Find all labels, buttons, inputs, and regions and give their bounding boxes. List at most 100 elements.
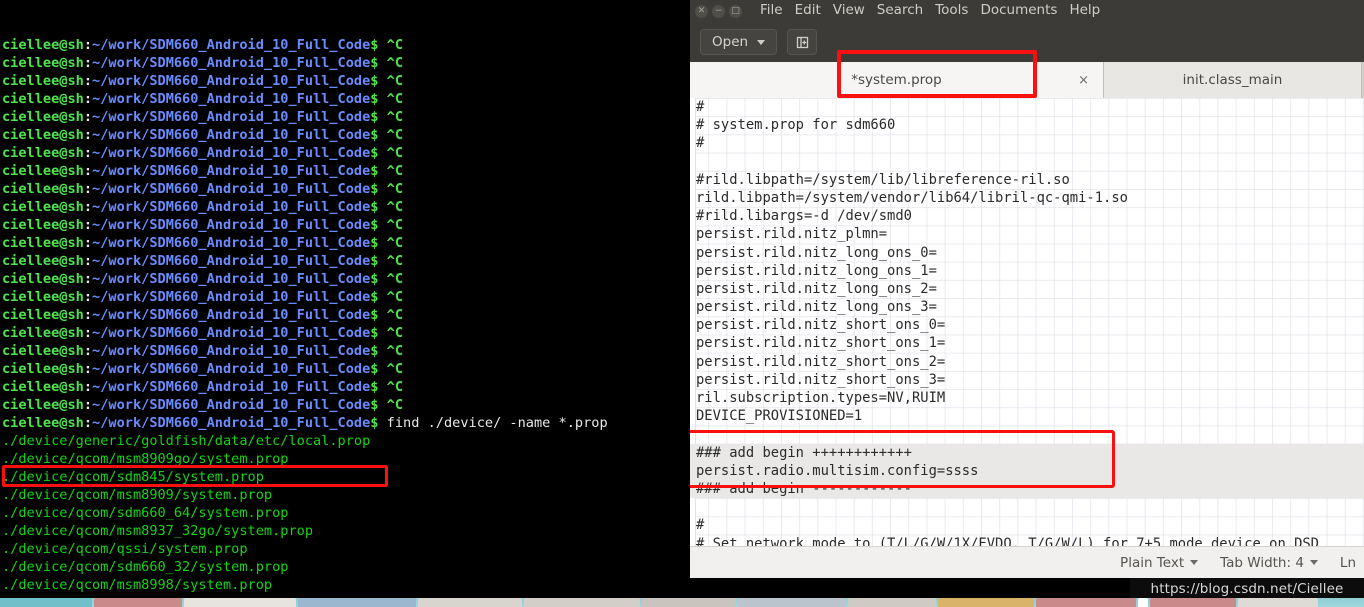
editor-line: # system.prop for sdm660 <box>696 117 896 134</box>
editor-text-content: # # system.prop for sdm660 # #rild.libpath… <box>690 98 1364 546</box>
gedit-window[interactable]: ✕ − □ File Edit View Search Tools Documents He… <box>690 0 1364 578</box>
terminal-prompt-line: ciellee@sh:~/work/SDM660_Android_10_Full… <box>2 163 404 179</box>
taskbar-item[interactable] <box>1150 598 1236 607</box>
taskbar-item[interactable] <box>642 598 736 607</box>
editor-line: ril.subscription.types=NV,RUIM <box>696 390 946 406</box>
terminal-prompt-line: ciellee@sh:~/work/SDM660_Android_10_Full… <box>2 55 404 71</box>
desktop-background-fill <box>690 578 1130 600</box>
menu-item-file[interactable]: File <box>760 4 783 18</box>
language-label: Plain Text <box>1120 554 1185 571</box>
editor-line: persist.rild.nitz_short_ons_1= <box>696 335 946 352</box>
taskbar-item[interactable] <box>298 598 416 607</box>
editor-line: DEVICE_PROVISIONED=1 <box>696 408 863 425</box>
editor-line: #rild.libargs=-d /dev/smd0 <box>696 208 912 225</box>
editor-tab[interactable]: *system.prop × <box>690 62 1104 98</box>
screen: ciellee@sh:~/work/SDM660_Android_10_Full… <box>0 0 1364 607</box>
editor-tab-label: *system.prop <box>851 72 942 88</box>
terminal-prompt-line: ciellee@sh:~/work/SDM660_Android_10_Full… <box>2 307 404 323</box>
gedit-tab-strip[interactable]: *system.prop × init.class_main <box>690 62 1364 98</box>
editor-line: persist.radio.multisim.config=ssss <box>690 461 1364 480</box>
taskbar-item[interactable] <box>0 598 92 607</box>
taskbar-item[interactable] <box>938 598 1034 607</box>
editor-line: persist.rild.nitz_plmn= <box>696 226 888 243</box>
editor-line: persist.rild.nitz_short_ons_0= <box>696 317 946 334</box>
taskbar-item[interactable] <box>1238 598 1318 607</box>
terminal-command-line: ciellee@sh:~/work/SDM660_Android_10_Full… <box>2 415 608 431</box>
new-document-button[interactable] <box>787 29 818 55</box>
tab-width-label: Tab Width: 4 <box>1220 554 1304 571</box>
minimize-icon[interactable]: − <box>712 4 725 18</box>
editor-line: persist.rild.nitz_long_ons_3= <box>696 299 937 316</box>
menu-item-tools[interactable]: Tools <box>935 4 968 18</box>
taskbar[interactable] <box>0 598 1364 607</box>
editor-line: # <box>696 99 705 115</box>
taskbar-item[interactable] <box>848 598 936 607</box>
menu-item-view[interactable]: View <box>833 4 865 18</box>
editor-line: # <box>696 135 705 152</box>
chevron-down-icon <box>1309 560 1318 565</box>
terminal-prompt-line: ciellee@sh:~/work/SDM660_Android_10_Full… <box>2 217 404 233</box>
editor-line: persist.rild.nitz_short_ons_2= <box>696 353 946 370</box>
terminal-result-line: ./device/qcom/msm8937_32go/system.prop <box>2 523 313 539</box>
menu-item-documents[interactable]: Documents <box>980 4 1057 18</box>
terminal-prompt-line: ciellee@sh:~/work/SDM660_Android_10_Full… <box>2 181 404 197</box>
menu-item-search[interactable]: Search <box>877 4 923 18</box>
terminal-prompt-line: ciellee@sh:~/work/SDM660_Android_10_Full… <box>2 361 404 377</box>
terminal-result-line: ./device/qcom/qssi/system.prop <box>2 541 248 557</box>
open-button[interactable]: Open <box>700 29 778 55</box>
taskbar-item[interactable] <box>418 598 522 607</box>
terminal-prompt-line: ciellee@sh:~/work/SDM660_Android_10_Full… <box>2 91 404 107</box>
gedit-titlebar: ✕ − □ File Edit View Search Tools Documents He… <box>690 0 1364 22</box>
terminal-prompt-line: ciellee@sh:~/work/SDM660_Android_10_Full… <box>2 127 404 143</box>
terminal-prompt-line: ciellee@sh:~/work/SDM660_Android_10_Full… <box>2 343 404 359</box>
terminal-result-line: ./device/qcom/sdm845/system.prop <box>2 469 264 485</box>
terminal-prompt-line: ciellee@sh:~/work/SDM660_Android_10_Full… <box>2 109 404 125</box>
menu-item-edit[interactable]: Edit <box>795 4 821 18</box>
tab-width-selector[interactable]: Tab Width: 4 <box>1220 555 1318 571</box>
taskbar-item[interactable] <box>184 598 296 607</box>
menu-bar: File Edit View Search Tools Documents Help <box>760 4 1100 18</box>
gedit-toolbar: Open <box>690 22 1364 62</box>
terminal-prompt-line: ciellee@sh:~/work/SDM660_Android_10_Full… <box>2 325 404 341</box>
terminal-window[interactable]: ciellee@sh:~/work/SDM660_Android_10_Full… <box>0 0 690 592</box>
terminal-prompt-line: ciellee@sh:~/work/SDM660_Android_10_Full… <box>2 271 404 287</box>
menu-item-help[interactable]: Help <box>1069 4 1100 18</box>
editor-line: rild.libpath=/system/vendor/lib64/libril… <box>696 189 1128 206</box>
watermark-url: https://blog.csdn.net/Ciellee <box>1150 581 1344 597</box>
maximize-icon[interactable]: □ <box>729 4 742 18</box>
open-button-label: Open <box>712 34 749 50</box>
language-selector[interactable]: Plain Text <box>1120 554 1199 571</box>
terminal-result-line: ./device/generic/goldfish/data/etc/local… <box>2 433 371 449</box>
terminal-prompt-line: ciellee@sh:~/work/SDM660_Android_10_Full… <box>2 253 404 269</box>
editor-line: ### add begin ++++++++++++ <box>690 443 1364 462</box>
tab-close-icon[interactable]: × <box>1078 73 1089 88</box>
terminal-result-line: ./device/qcom/sdm660_64/system.prop <box>2 505 289 521</box>
chevron-down-icon <box>757 39 766 45</box>
terminal-prompt-line: ciellee@sh:~/work/SDM660_Android_10_Full… <box>2 37 404 53</box>
new-document-icon <box>796 36 808 48</box>
terminal-result-line: ./device/qcom/msm8998/system.prop <box>2 577 273 592</box>
editor-tab[interactable]: init.class_main <box>1104 62 1362 98</box>
terminal-prompt-line: ciellee@sh:~/work/SDM660_Android_10_Full… <box>2 235 404 251</box>
editor-line: # <box>696 517 705 534</box>
terminal-output: ciellee@sh:~/work/SDM660_Android_10_Full… <box>0 36 690 592</box>
gedit-status-bar: Plain Text Tab Width: 4 Ln <box>690 546 1364 578</box>
terminal-result-line: ./device/qcom/msm8909/system.prop <box>2 487 273 503</box>
editor-line: persist.rild.nitz_long_ons_0= <box>696 244 937 261</box>
terminal-result-line: ./device/qcom/sdm660_32/system.prop <box>2 559 289 575</box>
terminal-prompt-line: ciellee@sh:~/work/SDM660_Android_10_Full… <box>2 379 404 395</box>
terminal-result-line: ./device/qcom/msm8909go/system.prop <box>2 451 289 467</box>
taskbar-item[interactable] <box>94 598 182 607</box>
chevron-down-icon <box>1190 560 1199 565</box>
close-icon[interactable]: ✕ <box>695 4 708 18</box>
editor-line: #rild.libpath=/system/lib/libreference-r… <box>696 171 1070 188</box>
taskbar-item[interactable] <box>524 598 640 607</box>
terminal-prompt-line: ciellee@sh:~/work/SDM660_Android_10_Full… <box>2 199 404 215</box>
text-editor-area[interactable]: # # system.prop for sdm660 # #rild.libpath… <box>690 98 1364 546</box>
taskbar-item[interactable] <box>738 598 846 607</box>
taskbar-item[interactable] <box>1036 598 1136 607</box>
taskbar-item[interactable] <box>1138 598 1148 607</box>
